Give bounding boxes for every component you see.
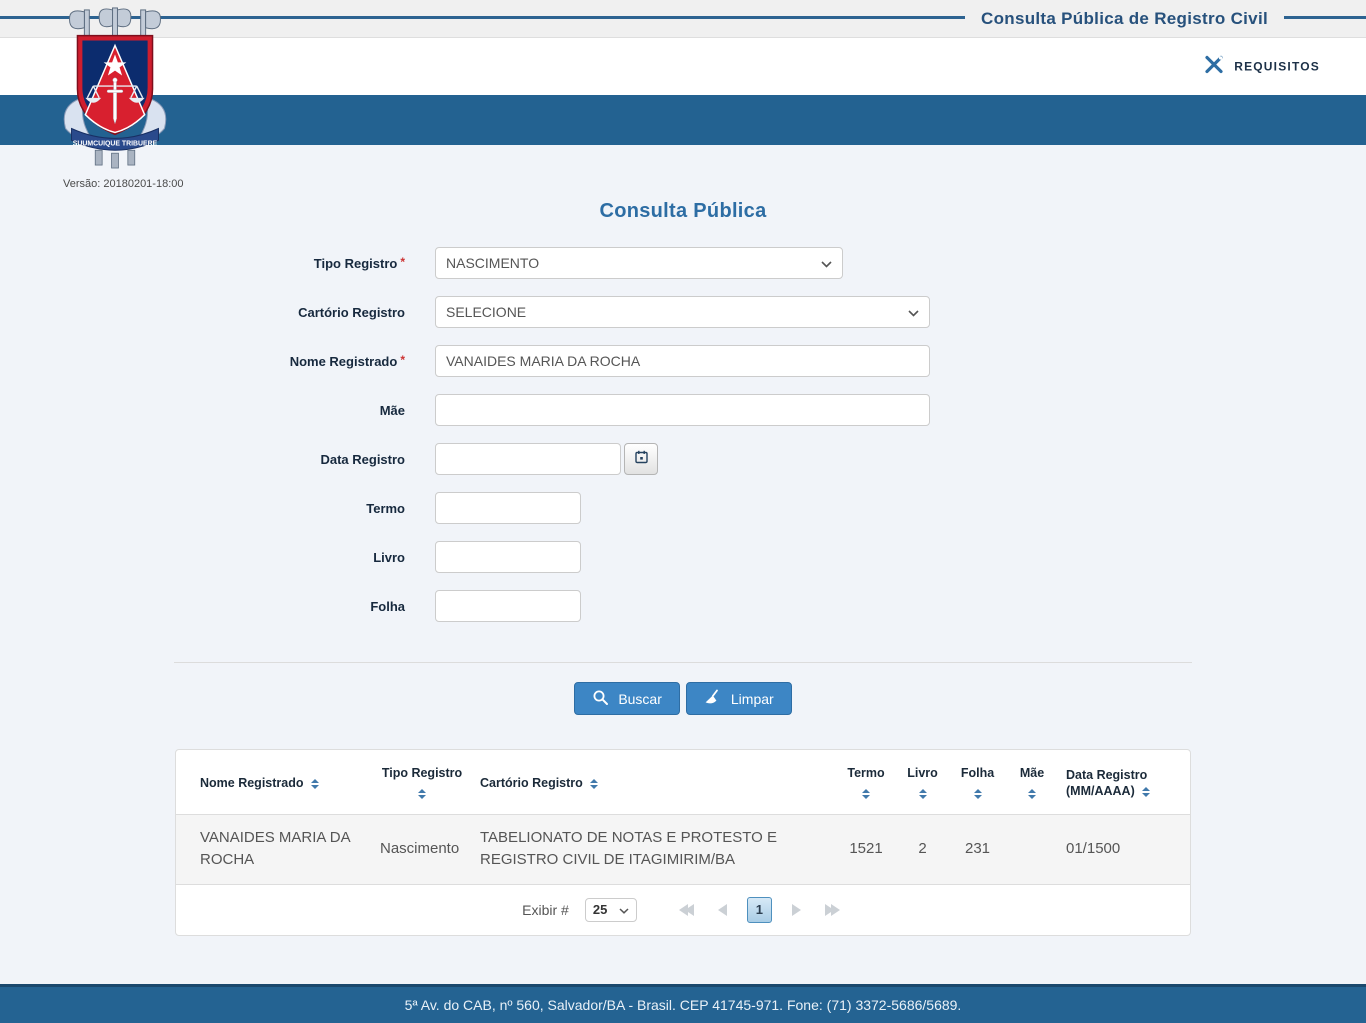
cell-folha: 231 — [949, 813, 1006, 885]
sort-icon — [310, 778, 319, 789]
table-row: VANAIDES MARIA DA ROCHA Nascimento TABEL… — [176, 813, 1190, 885]
cell-tipo: Nascimento — [372, 813, 472, 885]
last-page-button[interactable] — [821, 900, 844, 920]
requisitos-label: REQUISITOS — [1234, 59, 1320, 74]
buscar-button[interactable]: Buscar — [574, 682, 680, 715]
sort-icon — [862, 788, 870, 799]
chevron-down-icon — [821, 255, 832, 271]
required-asterisk: * — [400, 352, 405, 367]
footer: 5ª Av. do CAB, nº 560, Salvador/BA - Bra… — [0, 983, 1366, 1023]
th-folha[interactable]: Folha — [949, 750, 1006, 814]
first-page-button[interactable] — [675, 900, 698, 920]
th-data-registro[interactable]: Data Registro (MM/AAAA) — [1058, 750, 1190, 814]
sort-icon — [589, 778, 598, 789]
termo-input[interactable] — [435, 492, 581, 524]
table-pagination: Exibir # 25 1 — [176, 885, 1190, 935]
th-tipo-registro[interactable]: Tipo Registro — [372, 750, 472, 814]
previous-page-button[interactable] — [714, 900, 731, 920]
th-termo[interactable]: Termo — [836, 750, 896, 814]
footer-address: 5ª Av. do CAB, nº 560, Salvador/BA - Bra… — [404, 996, 962, 1013]
header-white-band: REQUISITOS — [0, 38, 1366, 95]
next-page-button[interactable] — [788, 900, 805, 920]
main-content: Consulta Pública Tipo Registro * NASCIMEN… — [0, 200, 1366, 936]
cell-mae — [1006, 813, 1058, 885]
cartorio-registro-select[interactable]: SELECIONE — [435, 296, 930, 328]
livro-label: Livro — [373, 549, 405, 565]
chevron-down-icon — [908, 304, 919, 320]
header-top-bar: Consulta Pública de Registro Civil — [0, 0, 1366, 38]
exibir-label: Exibir # — [522, 901, 569, 918]
limpar-button[interactable]: Limpar — [685, 682, 792, 715]
sort-icon — [973, 788, 982, 799]
search-icon — [592, 689, 609, 709]
th-mae[interactable]: Mãe — [1006, 750, 1058, 814]
sort-icon — [1141, 787, 1150, 798]
version-text: Versão: 20180201-18:00 — [63, 178, 184, 190]
logo-motto: SUUMCUIQUE TRIBUERE — [73, 140, 158, 147]
form-actions: Buscar Limpar — [0, 682, 1366, 715]
table-header-row: Nome Registrado Tipo Registro Cartório R… — [176, 750, 1190, 814]
results-table: Nome Registrado Tipo Registro Cartório R… — [176, 750, 1190, 885]
app-title: Consulta Pública de Registro Civil — [965, 8, 1284, 29]
folha-input[interactable] — [435, 590, 581, 622]
calendar-button[interactable] — [624, 443, 658, 475]
livro-input[interactable] — [435, 541, 581, 573]
form-row-termo: Termo — [175, 492, 1191, 524]
cell-nome: VANAIDES MARIA DA ROCHA — [176, 813, 372, 885]
th-cartorio-registro[interactable]: Cartório Registro — [472, 750, 836, 814]
current-page-button[interactable]: 1 — [746, 896, 772, 923]
tipo-registro-value: NASCIMENTO — [446, 255, 540, 271]
data-registro-input[interactable] — [435, 443, 621, 475]
tipo-registro-select[interactable]: NASCIMENTO — [435, 247, 843, 279]
mae-label: Mãe — [379, 402, 405, 418]
th-nome-registrado[interactable]: Nome Registrado — [176, 750, 372, 814]
sort-icon — [918, 788, 927, 799]
nome-registrado-input[interactable] — [435, 345, 930, 377]
limpar-label: Limpar — [730, 690, 774, 707]
cell-termo: 1521 — [836, 813, 896, 885]
form-divider — [174, 662, 1192, 663]
tjba-crest-icon: SUUMCUIQUE TRIBUERE — [55, 7, 175, 174]
cartorio-registro-label: Cartório Registro — [298, 304, 405, 320]
requisitos-button[interactable]: REQUISITOS — [1203, 54, 1320, 79]
nome-registrado-label: Nome Registrado * — [289, 352, 405, 369]
form-row-cartorio-registro: Cartório Registro SELECIONE — [175, 296, 1191, 328]
page-size-value: 25 — [592, 902, 608, 918]
page-size-select[interactable]: 25 — [584, 897, 637, 922]
header-blue-band — [0, 95, 1366, 145]
cell-livro: 2 — [896, 813, 949, 885]
form-row-tipo-registro: Tipo Registro * NASCIMENTO — [175, 247, 1191, 279]
cell-data-registro: 01/1500 — [1058, 813, 1190, 885]
tipo-registro-label: Tipo Registro * — [313, 254, 405, 271]
search-form: Tipo Registro * NASCIMENTO Cartório Regis… — [175, 247, 1191, 622]
sort-icon — [1028, 788, 1036, 799]
page-title: Consulta Pública — [599, 200, 767, 222]
buscar-label: Buscar — [618, 690, 662, 707]
logo: SUUMCUIQUE TRIBUERE Versão: 20180201-18:… — [55, 4, 184, 190]
required-asterisk: * — [400, 254, 405, 269]
folha-label: Folha — [370, 598, 405, 614]
chevron-down-icon — [619, 902, 629, 917]
th-livro[interactable]: Livro — [896, 750, 949, 814]
form-row-nome-registrado: Nome Registrado * — [175, 345, 1191, 377]
form-row-data-registro: Data Registro — [175, 443, 1191, 475]
termo-label: Termo — [366, 500, 405, 516]
calendar-icon — [634, 450, 648, 469]
form-row-folha: Folha — [175, 590, 1191, 622]
mae-input[interactable] — [435, 394, 930, 426]
broom-icon — [704, 689, 722, 709]
tools-icon — [1203, 54, 1225, 79]
cell-cartorio: TABELIONATO DE NOTAS E PROTESTO E REGIST… — [472, 813, 836, 885]
cartorio-registro-value: SELECIONE — [446, 304, 527, 320]
form-row-livro: Livro — [175, 541, 1191, 573]
results-table-card: Nome Registrado Tipo Registro Cartório R… — [175, 749, 1191, 936]
form-row-mae: Mãe — [175, 394, 1191, 426]
data-registro-label: Data Registro — [320, 451, 405, 467]
sort-icon — [418, 788, 426, 799]
